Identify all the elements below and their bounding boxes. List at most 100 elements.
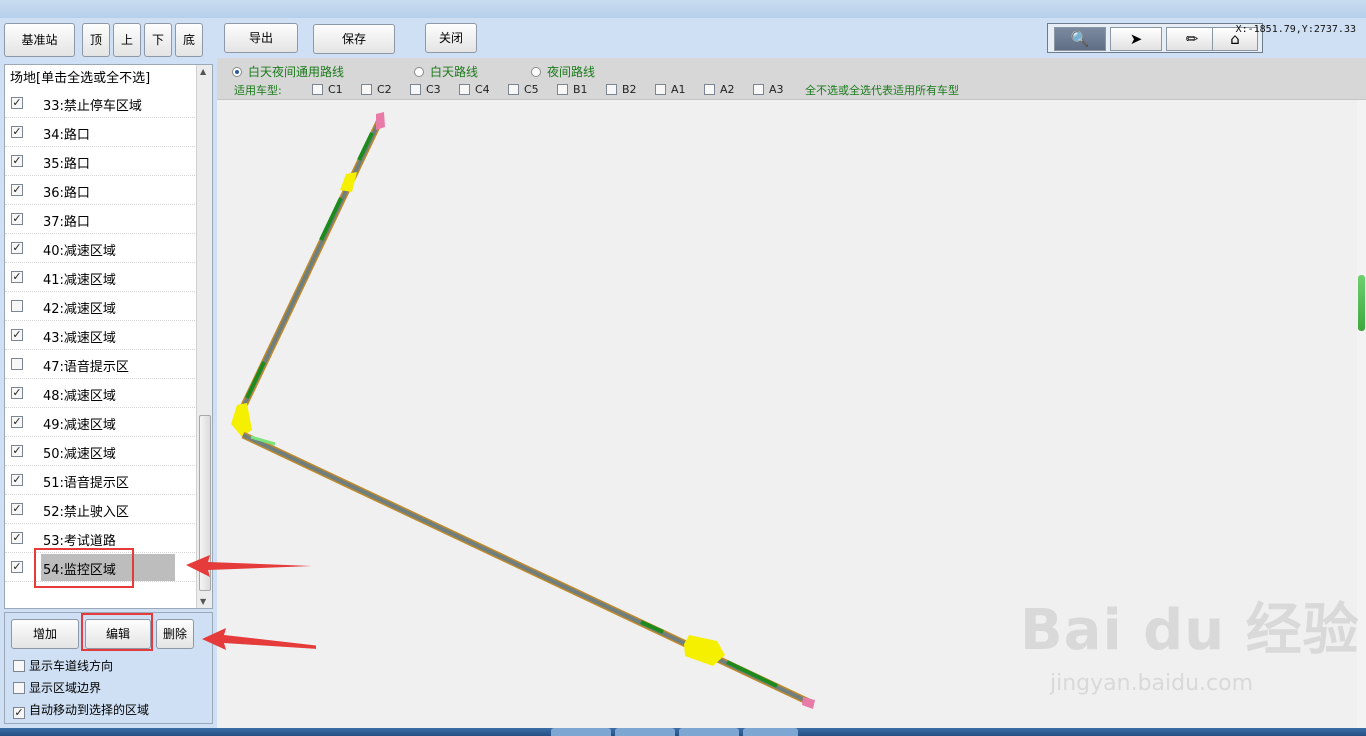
list-scrollbar[interactable]: ▲ ▼ bbox=[196, 65, 212, 608]
vehicle-label: A3 bbox=[769, 83, 784, 96]
item-checkbox[interactable]: ✓ bbox=[11, 184, 23, 196]
taskbar-item[interactable] bbox=[551, 728, 611, 736]
list-item[interactable]: ✓ 49:减速区域 bbox=[5, 408, 197, 437]
taskbar-item[interactable] bbox=[615, 728, 675, 736]
item-checkbox[interactable] bbox=[11, 300, 23, 312]
move-down-button[interactable]: 下 bbox=[144, 23, 172, 57]
vehicle-checkbox[interactable] bbox=[704, 84, 715, 95]
option-label: 自动移动到选择的区域 bbox=[29, 703, 150, 717]
vehicle-type-c4[interactable]: C4 bbox=[459, 82, 490, 96]
vehicle-label: C5 bbox=[524, 83, 539, 96]
vehicle-checkbox[interactable] bbox=[606, 84, 617, 95]
taskbar-item[interactable] bbox=[679, 728, 739, 736]
option-auto-move[interactable]: ✓ 自动移动到选择的区域 bbox=[13, 701, 150, 719]
scroll-up-icon[interactable]: ▲ bbox=[200, 67, 206, 76]
item-checkbox[interactable]: ✓ bbox=[11, 503, 23, 515]
vehicle-type-a3[interactable]: A3 bbox=[753, 82, 784, 96]
list-item[interactable]: ✓ 34:路口 bbox=[5, 118, 197, 147]
item-checkbox[interactable]: ✓ bbox=[11, 97, 23, 109]
radio-day-route[interactable]: 白天路线 bbox=[414, 63, 478, 80]
move-bottom-button[interactable]: 底 bbox=[175, 23, 203, 57]
item-label: 51:语音提示区 bbox=[43, 476, 129, 491]
watermark-brand: Bai du 经验 bbox=[1020, 598, 1360, 663]
os-taskbar bbox=[0, 728, 1366, 736]
vehicle-checkbox[interactable] bbox=[459, 84, 470, 95]
item-checkbox[interactable]: ✓ bbox=[11, 416, 23, 428]
list-item[interactable]: ✓ 50:减速区域 bbox=[5, 437, 197, 466]
vehicle-checkbox[interactable] bbox=[557, 84, 568, 95]
option-show-area-border[interactable]: 显示区域边界 bbox=[13, 679, 101, 696]
area-rows: ✓ 33:禁止停车区域 ✓ 34:路口 ✓ 35:路口 ✓ 36:路口 ✓ 37:路口 ✓ 40:减速… bbox=[5, 89, 197, 582]
item-checkbox[interactable]: ✓ bbox=[11, 126, 23, 138]
list-item[interactable]: ✓ 37:路口 bbox=[5, 205, 197, 234]
checkbox[interactable]: ✓ bbox=[13, 707, 25, 719]
item-checkbox[interactable]: ✓ bbox=[11, 387, 23, 399]
close-button[interactable]: 关闭 bbox=[425, 23, 477, 53]
highlight-box-edit-button bbox=[81, 613, 153, 651]
list-item[interactable]: ✓ 36:路口 bbox=[5, 176, 197, 205]
canvas-scroll-thumb[interactable] bbox=[1358, 275, 1365, 331]
vehicle-type-b1[interactable]: B1 bbox=[557, 82, 588, 96]
highlight-box-selected-item bbox=[34, 548, 134, 588]
move-top-button[interactable]: 顶 bbox=[82, 23, 110, 57]
list-item[interactable]: ✓ 40:减速区域 bbox=[5, 234, 197, 263]
item-checkbox[interactable]: ✓ bbox=[11, 155, 23, 167]
vehicle-checkbox[interactable] bbox=[655, 84, 666, 95]
vehicle-type-c2[interactable]: C2 bbox=[361, 82, 392, 96]
item-checkbox[interactable]: ✓ bbox=[11, 561, 23, 573]
vehicle-checkbox[interactable] bbox=[753, 84, 764, 95]
zoom-icon[interactable]: 🔍 bbox=[1054, 27, 1106, 51]
vehicle-label: A2 bbox=[720, 83, 735, 96]
vehicle-type-c3[interactable]: C3 bbox=[410, 82, 441, 96]
item-checkbox[interactable]: ✓ bbox=[11, 213, 23, 225]
area-marker bbox=[319, 197, 343, 241]
list-item[interactable]: ✓ 33:禁止停车区域 bbox=[5, 89, 197, 118]
list-item[interactable]: ✓ 35:路口 bbox=[5, 147, 197, 176]
pointer-icon[interactable]: ➤ bbox=[1110, 27, 1162, 51]
radio-label: 白天夜间通用路线 bbox=[248, 65, 345, 79]
checkbox[interactable] bbox=[13, 660, 25, 672]
vehicle-type-a1[interactable]: A1 bbox=[655, 82, 686, 96]
move-up-button[interactable]: 上 bbox=[113, 23, 141, 57]
vehicle-checkbox[interactable] bbox=[508, 84, 519, 95]
vehicle-type-c1[interactable]: C1 bbox=[312, 82, 343, 96]
vehicle-type-c5[interactable]: C5 bbox=[508, 82, 539, 96]
item-checkbox[interactable]: ✓ bbox=[11, 242, 23, 254]
item-label: 52:禁止驶入区 bbox=[43, 505, 129, 520]
list-item[interactable]: ✓ 52:禁止驶入区 bbox=[5, 495, 197, 524]
item-checkbox[interactable]: ✓ bbox=[11, 445, 23, 457]
list-item[interactable]: ✓ 48:减速区域 bbox=[5, 379, 197, 408]
pencil-icon[interactable]: ✏ bbox=[1166, 27, 1218, 51]
option-show-lane-direction[interactable]: 显示车道线方向 bbox=[13, 657, 113, 674]
checkbox[interactable] bbox=[13, 682, 25, 694]
list-item[interactable]: ✓ 41:减速区域 bbox=[5, 263, 197, 292]
radio-dot[interactable] bbox=[531, 67, 541, 77]
list-item[interactable]: ✓ 43:减速区域 bbox=[5, 321, 197, 350]
export-button[interactable]: 导出 bbox=[224, 23, 298, 53]
vehicle-type-b2[interactable]: B2 bbox=[606, 82, 637, 96]
vehicle-checkbox[interactable] bbox=[410, 84, 421, 95]
base-station-button[interactable]: 基准站 bbox=[4, 23, 75, 57]
radio-day-night-route[interactable]: 白天夜间通用路线 bbox=[232, 63, 344, 80]
radio-dot[interactable] bbox=[232, 67, 242, 77]
vehicle-checkbox[interactable] bbox=[361, 84, 372, 95]
list-item[interactable]: 47:语音提示区 bbox=[5, 350, 197, 379]
item-checkbox[interactable] bbox=[11, 358, 23, 370]
add-button[interactable]: 增加 bbox=[11, 619, 79, 649]
item-checkbox[interactable]: ✓ bbox=[11, 329, 23, 341]
list-header[interactable]: 场地[单击全选或全不选] bbox=[10, 67, 150, 86]
end-marker bbox=[802, 697, 815, 709]
taskbar-item[interactable] bbox=[743, 728, 798, 736]
list-item[interactable]: ✓ 51:语音提示区 bbox=[5, 466, 197, 495]
save-button[interactable]: 保存 bbox=[313, 24, 395, 54]
item-checkbox[interactable]: ✓ bbox=[11, 532, 23, 544]
item-checkbox[interactable]: ✓ bbox=[11, 271, 23, 283]
vehicle-type-a2[interactable]: A2 bbox=[704, 82, 735, 96]
item-checkbox[interactable]: ✓ bbox=[11, 474, 23, 486]
window-title-bar bbox=[0, 0, 1366, 18]
radio-night-route[interactable]: 夜间路线 bbox=[531, 63, 595, 80]
vehicle-label: C3 bbox=[426, 83, 441, 96]
list-item[interactable]: 42:减速区域 bbox=[5, 292, 197, 321]
radio-dot[interactable] bbox=[414, 67, 424, 77]
vehicle-checkbox[interactable] bbox=[312, 84, 323, 95]
